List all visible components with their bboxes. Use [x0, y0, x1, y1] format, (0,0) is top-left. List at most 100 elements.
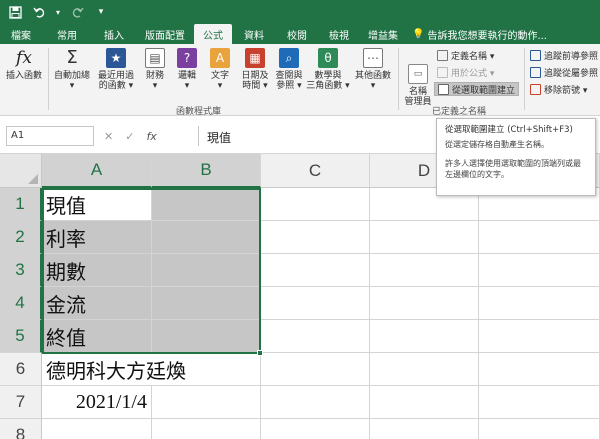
cell-c4[interactable]: [261, 287, 370, 320]
cell-a2[interactable]: 利率: [42, 221, 152, 254]
financial-button[interactable]: ▤ 財務 ▾: [140, 48, 170, 91]
fill-handle[interactable]: [257, 350, 263, 356]
cell-a7[interactable]: 2021/1/4: [42, 386, 152, 419]
cell-d2[interactable]: [370, 221, 479, 254]
undo-dropdown-icon[interactable]: ▾: [54, 3, 62, 21]
group-separator: [48, 48, 49, 110]
text-functions-button[interactable]: A 文字 ▾: [205, 48, 235, 91]
cell-b5[interactable]: [152, 320, 261, 353]
tab-data[interactable]: 資料: [232, 24, 276, 44]
cell-a5[interactable]: 終值: [42, 320, 152, 353]
cell-b4[interactable]: [152, 287, 261, 320]
tab-formulas[interactable]: 公式: [194, 24, 232, 44]
datetime-button[interactable]: ▦ 日期及 時間 ▾: [238, 48, 272, 91]
cell-c8[interactable]: [261, 419, 370, 439]
tab-addins[interactable]: 增益集: [360, 24, 406, 44]
cell-b6[interactable]: [152, 353, 261, 386]
insert-function-icon[interactable]: fx: [146, 130, 156, 143]
cell-c5[interactable]: [261, 320, 370, 353]
cell-b2[interactable]: [152, 221, 261, 254]
define-name-button[interactable]: 定義名稱 ▾: [437, 48, 494, 62]
tell-me-box[interactable]: 💡 告訴我您想要執行的動作...: [412, 24, 547, 44]
cell-a1[interactable]: 現值: [42, 188, 152, 221]
cell-d6[interactable]: [370, 353, 479, 386]
cell-c6[interactable]: [261, 353, 370, 386]
tab-file[interactable]: 檔案: [0, 24, 42, 44]
cell-c2[interactable]: [261, 221, 370, 254]
cell-d3[interactable]: [370, 254, 479, 287]
cell-e5[interactable]: [479, 320, 600, 353]
cancel-icon[interactable]: ✕: [104, 130, 113, 143]
cell-b3[interactable]: [152, 254, 261, 287]
text-icon: A: [210, 48, 230, 68]
trace-dependents-button[interactable]: 追蹤從屬參照: [530, 65, 598, 79]
insert-function-button[interactable]: fx 插入函數: [4, 48, 44, 82]
cell-e6[interactable]: [479, 353, 600, 386]
sigma-icon: Σ: [66, 47, 78, 68]
recent-functions-button[interactable]: ★ 最近用過 的函數 ▾: [95, 48, 137, 91]
ribbon-formulas: fx 插入函數 Σ 自動加總 ▾ ★ 最近用過 的函數 ▾ ▤ 財務 ▾ ? 邏…: [0, 44, 600, 117]
save-icon[interactable]: [6, 3, 24, 21]
tell-me-text: 告訴我您想要執行的動作...: [427, 30, 547, 42]
create-from-selection-button[interactable]: 從選取範圍建立: [434, 82, 520, 96]
customize-icon[interactable]: ▾: [92, 3, 110, 21]
cell-c3[interactable]: [261, 254, 370, 287]
ribbon-tabs: 檔案 常用 插入 版面配置 公式 資料 校閱 檢視 增益集 💡 告訴我您想要執行…: [0, 24, 600, 44]
tab-view[interactable]: 檢視: [318, 24, 360, 44]
row-header-5[interactable]: 5: [0, 320, 42, 353]
cell-c1[interactable]: [261, 188, 370, 221]
calendar-icon: ▦: [245, 48, 265, 68]
tab-home[interactable]: 常用: [42, 24, 92, 44]
use-in-formula-button[interactable]: 用於公式 ▾: [437, 65, 494, 79]
cell-b7[interactable]: [152, 386, 261, 419]
lookup-button[interactable]: ⌕ 查閱與 參照 ▾: [272, 48, 306, 91]
column-header-a[interactable]: A: [42, 154, 152, 188]
remove-arrows-button[interactable]: 移除箭號 ▾: [530, 82, 587, 96]
cell-d8[interactable]: [370, 419, 479, 439]
row-header-2[interactable]: 2: [0, 221, 42, 254]
name-box[interactable]: A1: [6, 126, 94, 146]
cell-e4[interactable]: [479, 287, 600, 320]
cell-d7[interactable]: [370, 386, 479, 419]
cell-a4[interactable]: 金流: [42, 287, 152, 320]
quick-access-toolbar: ▾ ▾: [0, 0, 600, 24]
cell-e8[interactable]: [479, 419, 600, 439]
enter-icon[interactable]: ✓: [125, 130, 134, 143]
cell-d5[interactable]: [370, 320, 479, 353]
row-header-4[interactable]: 4: [0, 287, 42, 320]
row-header-6[interactable]: 6: [0, 353, 42, 386]
cell-e7[interactable]: [479, 386, 600, 419]
logical-icon: ?: [177, 48, 197, 68]
cell-d4[interactable]: [370, 287, 479, 320]
cell-e3[interactable]: [479, 254, 600, 287]
redo-icon[interactable]: [68, 3, 86, 21]
cell-a6[interactable]: 德明科大方廷煥: [42, 353, 186, 386]
more-functions-icon: ⋯: [363, 48, 383, 68]
tab-layout[interactable]: 版面配置: [136, 24, 194, 44]
cell-e2[interactable]: [479, 221, 600, 254]
column-header-b[interactable]: B: [152, 154, 261, 188]
tab-review[interactable]: 校閱: [276, 24, 318, 44]
cell-b1[interactable]: [152, 188, 261, 221]
autosum-button[interactable]: Σ 自動加總 ▾: [50, 47, 94, 92]
row-header-3[interactable]: 3: [0, 254, 42, 287]
cell-c7[interactable]: [261, 386, 370, 419]
tab-insert[interactable]: 插入: [92, 24, 136, 44]
row-header-1[interactable]: 1: [0, 188, 42, 221]
remove-arrows-icon: [530, 83, 541, 95]
column-header-c[interactable]: C: [261, 154, 370, 188]
trace-precedents-button[interactable]: 追蹤前導參照: [530, 48, 598, 62]
row-header-7[interactable]: 7: [0, 386, 42, 419]
undo-icon[interactable]: [30, 3, 48, 21]
name-manager-button[interactable]: ▭ 名稱 管理員: [401, 64, 435, 107]
more-functions-button[interactable]: ⋯ 其他函數 ▾: [352, 48, 394, 91]
cell-a3[interactable]: 期數: [42, 254, 152, 287]
cell-a8[interactable]: [42, 419, 152, 439]
logical-button[interactable]: ? 邏輯 ▾: [172, 48, 202, 91]
row-header-8[interactable]: 8: [0, 419, 42, 439]
create-from-selection-icon: [438, 83, 449, 95]
math-trig-button[interactable]: θ 數學與 三角函數 ▾: [306, 48, 350, 91]
select-all-button[interactable]: [0, 154, 42, 188]
cell-b8[interactable]: [152, 419, 261, 439]
worksheet-grid[interactable]: A B C D 1 2 3 4 5 6 7 8 現值 利率 期數 金流 終值 德…: [0, 154, 600, 439]
